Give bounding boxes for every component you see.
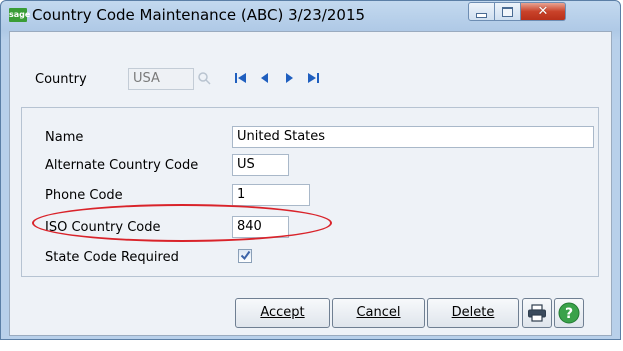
checkmark-icon	[240, 250, 251, 261]
cancel-button[interactable]: Cancel	[332, 298, 425, 328]
delete-button[interactable]: Delete	[427, 298, 519, 328]
country-code-input[interactable]: USA	[128, 68, 194, 90]
close-icon: ✕	[537, 4, 549, 19]
maximize-button[interactable]	[495, 2, 521, 21]
svg-text:?: ?	[565, 306, 573, 322]
title-bar[interactable]: sage Country Code Maintenance (ABC) 3/23…	[1, 1, 620, 29]
maximize-icon	[502, 6, 513, 17]
minimize-icon	[476, 12, 487, 18]
alternate-country-code-label: Alternate Country Code	[45, 158, 199, 173]
name-label: Name	[45, 130, 84, 145]
phone-code-input[interactable]: 1	[232, 184, 310, 206]
state-code-required-checkbox[interactable]	[238, 249, 252, 263]
minimize-button[interactable]	[468, 2, 495, 21]
state-code-required-label: State Code Required	[45, 250, 179, 265]
help-icon: ?	[558, 302, 580, 324]
previous-record-icon[interactable]	[257, 70, 273, 86]
form-body: Country USA Name United States Alternate…	[9, 31, 612, 336]
alternate-country-code-input[interactable]: US	[232, 154, 289, 176]
app-window: sage Country Code Maintenance (ABC) 3/23…	[0, 0, 621, 340]
accept-button[interactable]: Accept	[235, 298, 330, 328]
phone-code-label: Phone Code	[45, 188, 123, 203]
last-record-icon[interactable]	[305, 70, 321, 86]
iso-country-code-label: ISO Country Code	[45, 220, 161, 235]
lookup-icon[interactable]	[196, 70, 212, 86]
iso-country-code-input[interactable]: 840	[232, 216, 289, 238]
next-record-icon[interactable]	[281, 70, 297, 86]
help-button[interactable]: ?	[554, 298, 584, 328]
print-button[interactable]	[522, 298, 552, 328]
close-button[interactable]: ✕	[521, 2, 566, 21]
name-input[interactable]: United States	[232, 126, 594, 148]
sage-app-icon: sage	[9, 8, 30, 22]
printer-icon	[528, 304, 546, 322]
first-record-icon[interactable]	[233, 70, 249, 86]
country-label: Country	[35, 72, 87, 87]
window-title: Country Code Maintenance (ABC) 3/23/2015	[32, 6, 366, 24]
